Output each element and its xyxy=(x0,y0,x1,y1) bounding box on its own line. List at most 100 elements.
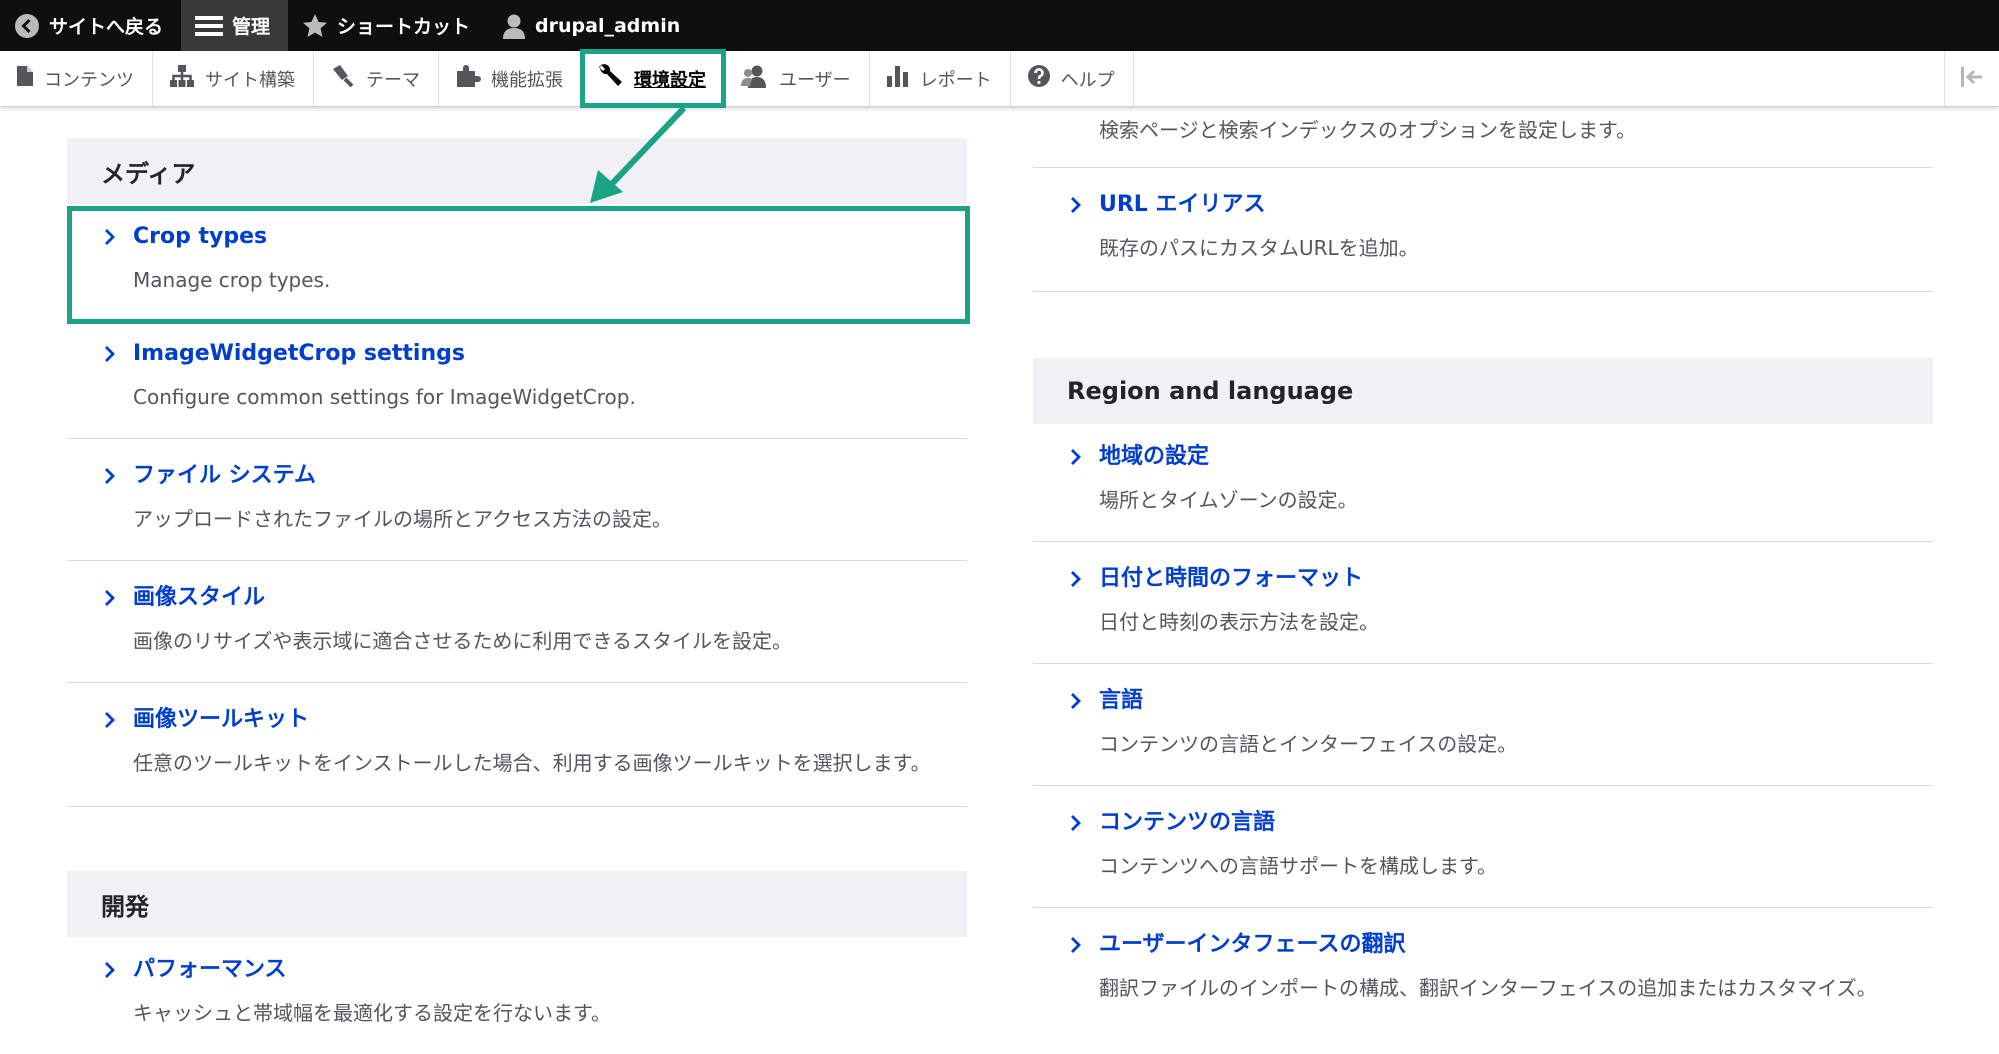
tray-item-label: サイト構築 xyxy=(205,69,295,91)
list-item-url-alias: URL エイリアス 既存のパスにカスタムURLを追加。 xyxy=(1033,168,1933,292)
back-to-site-label: サイトへ戻る xyxy=(49,16,164,38)
tray-item-content[interactable]: コンテンツ xyxy=(0,51,153,106)
tray-item-label: ユーザー xyxy=(779,69,851,91)
admin-tray: コンテンツ サイト構築 テーマ 機能拡張 環境設定 ユーザー レポート ヘルプ xyxy=(0,49,1999,108)
user-icon xyxy=(502,13,526,39)
url-alias-link[interactable]: URL エイリアス xyxy=(1067,190,1933,220)
back-arrow-icon xyxy=(14,13,40,39)
entry-description: コンテンツの言語とインターフェイスの設定。 xyxy=(1099,732,1518,756)
manage-tab[interactable]: 管理 xyxy=(181,0,289,51)
right-column: 検索ページと検索インデックスのオプションを設定します。 URL エイリアス 既存… xyxy=(1033,106,1933,1029)
entry-description: 日付と時刻の表示方法を設定。 xyxy=(1099,610,1379,634)
regional-settings-link[interactable]: 地域の設定 xyxy=(1067,442,1933,472)
list-item-crop-types: Crop types Manage crop types. xyxy=(67,204,967,317)
chevron-right-icon xyxy=(105,468,115,484)
tray-item-extend[interactable]: 機能拡張 xyxy=(439,51,582,106)
tray-item-label: 環境設定 xyxy=(634,69,706,91)
section-title-media: メディア xyxy=(67,138,967,204)
bar-chart-icon xyxy=(886,64,910,93)
shortcuts-tab[interactable]: ショートカット xyxy=(288,0,488,51)
tray-item-people[interactable]: ユーザー xyxy=(725,51,870,106)
tray-item-reports[interactable]: レポート xyxy=(870,51,1011,106)
paintbrush-icon xyxy=(330,64,356,93)
list-item-content-language: コンテンツの言語 コンテンツへの言語サポートを構成します。 xyxy=(1033,786,1933,908)
chevron-right-icon xyxy=(1071,815,1081,831)
tray-item-help[interactable]: ヘルプ xyxy=(1011,51,1134,106)
content-language-link[interactable]: コンテンツの言語 xyxy=(1067,808,1933,838)
image-styles-link[interactable]: 画像スタイル xyxy=(101,583,967,613)
user-label: drupal_admin xyxy=(535,14,681,37)
entry-description: アップロードされたファイルの場所とアクセス方法の設定。 xyxy=(133,507,672,531)
admin-toolbar: サイトへ戻る 管理 ショートカット drupal_admin xyxy=(0,0,1999,51)
file-system-link[interactable]: ファイル システム xyxy=(101,461,967,491)
languages-link[interactable]: 言語 xyxy=(1067,686,1933,716)
ui-translation-link[interactable]: ユーザーインタフェースの翻訳 xyxy=(1067,930,1933,960)
chevron-right-icon xyxy=(1071,571,1081,587)
list-item-search-partial: 検索ページと検索インデックスのオプションを設定します。 xyxy=(1033,106,1933,168)
crop-types-link[interactable]: Crop types xyxy=(101,222,967,252)
entry-link-label: Crop types xyxy=(133,224,268,249)
entry-link-label: 画像ツールキット xyxy=(133,707,310,732)
list-item-ui-translation: ユーザーインタフェースの翻訳 翻訳ファイルのインポートの構成、翻訳インターフェイ… xyxy=(1033,908,1933,1029)
entry-description: 画像のリサイズや表示域に適合させるために利用できるスタイルを設定。 xyxy=(133,629,792,653)
chevron-right-icon xyxy=(105,346,115,362)
collapse-icon xyxy=(1960,66,1984,92)
list-item-performance: パフォーマンス キャッシュと帯域幅を最適化する設定を行ないます。 xyxy=(67,937,967,1054)
entry-description: Manage crop types. xyxy=(133,268,331,292)
entry-link-label: ユーザーインタフェースの翻訳 xyxy=(1099,932,1406,957)
entry-link-label: 画像スタイル xyxy=(133,585,266,610)
tray-item-appearance[interactable]: テーマ xyxy=(314,51,439,106)
manage-label: 管理 xyxy=(232,16,271,38)
tray-item-configuration[interactable]: 環境設定 xyxy=(580,49,726,108)
entry-description: 既存のパスにカスタムURLを追加。 xyxy=(1099,236,1419,260)
tray-item-label: レポート xyxy=(919,69,992,91)
entry-description: 任意のツールキットをインストールした場合、利用する画像ツールキットを選択します。 xyxy=(133,751,931,775)
section-title-region: Region and language xyxy=(1033,358,1933,424)
entry-description: コンテンツへの言語サポートを構成します。 xyxy=(1099,854,1497,878)
list-item-languages: 言語 コンテンツの言語とインターフェイスの設定。 xyxy=(1033,664,1933,786)
chevron-right-icon xyxy=(105,962,115,978)
performance-link[interactable]: パフォーマンス xyxy=(101,955,967,985)
list-item-file-system: ファイル システム アップロードされたファイルの場所とアクセス方法の設定。 xyxy=(67,439,967,561)
left-column: メディア Crop types Manage crop types. Image… xyxy=(67,106,967,1054)
collapse-tray-button[interactable] xyxy=(1944,51,1999,106)
chevron-right-icon xyxy=(1071,937,1081,953)
entry-description: 翻訳ファイルのインポートの構成、翻訳インターフェイスの追加またはカスタマイズ。 xyxy=(1099,976,1877,1000)
chevron-right-icon xyxy=(1071,449,1081,465)
list-item-date-formats: 日付と時間のフォーマット 日付と時刻の表示方法を設定。 xyxy=(1033,542,1933,664)
imagewidgetcrop-link[interactable]: ImageWidgetCrop settings xyxy=(101,339,967,369)
chevron-right-icon xyxy=(105,229,115,245)
entry-link-label: 言語 xyxy=(1099,688,1144,713)
tray-item-label: ヘルプ xyxy=(1060,69,1115,91)
star-icon xyxy=(302,13,328,39)
chevron-right-icon xyxy=(105,712,115,728)
file-icon xyxy=(16,65,34,92)
image-toolkit-link[interactable]: 画像ツールキット xyxy=(101,705,967,735)
entry-link-label: ファイル システム xyxy=(133,463,316,488)
shortcuts-label: ショートカット xyxy=(337,16,471,38)
list-item-regional-settings: 地域の設定 場所とタイムゾーンの設定。 xyxy=(1033,424,1933,542)
entry-link-label: コンテンツの言語 xyxy=(1099,810,1276,835)
entry-link-label: パフォーマンス xyxy=(133,957,287,982)
entry-description: キャッシュと帯域幅を最適化する設定を行ないます。 xyxy=(133,1001,611,1025)
help-icon xyxy=(1027,64,1051,93)
entry-description: Configure common settings for ImageWidge… xyxy=(133,385,636,409)
wrench-icon xyxy=(598,63,624,94)
chevron-right-icon xyxy=(105,590,115,606)
puzzle-icon xyxy=(455,64,481,93)
date-formats-link[interactable]: 日付と時間のフォーマット xyxy=(1067,564,1933,594)
back-to-site-link[interactable]: サイトへ戻る xyxy=(0,0,181,51)
entry-description: 検索ページと検索インデックスのオプションを設定します。 xyxy=(1099,118,1636,142)
list-item-imagewidgetcrop: ImageWidgetCrop settings Configure commo… xyxy=(67,317,967,439)
section-title-development: 開発 xyxy=(67,871,967,937)
user-tab[interactable]: drupal_admin xyxy=(488,0,698,51)
people-icon xyxy=(741,64,769,93)
tray-item-label: コンテンツ xyxy=(44,69,134,91)
chevron-right-icon xyxy=(1071,197,1081,213)
tray-item-structure[interactable]: サイト構築 xyxy=(153,51,314,106)
chevron-right-icon xyxy=(1071,693,1081,709)
structure-icon xyxy=(169,64,195,93)
list-item-image-styles: 画像スタイル 画像のリサイズや表示域に適合させるために利用できるスタイルを設定。 xyxy=(67,561,967,683)
tray-item-label: テーマ xyxy=(366,69,420,91)
entry-link-label: 地域の設定 xyxy=(1099,444,1210,469)
